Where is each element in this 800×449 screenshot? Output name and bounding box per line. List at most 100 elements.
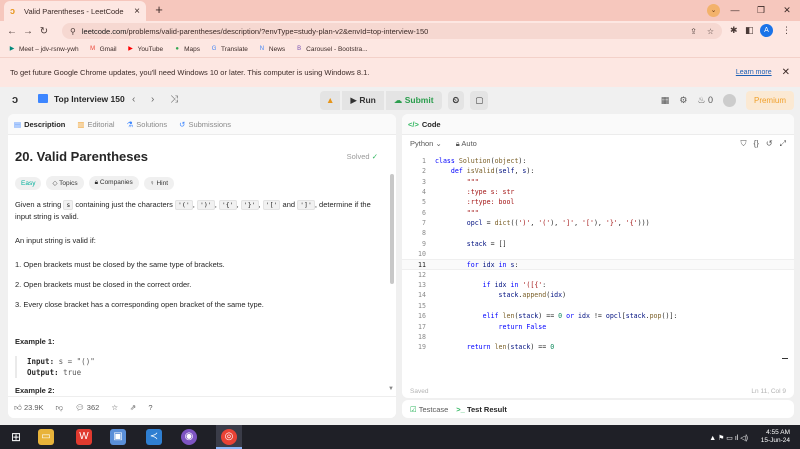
reset-icon[interactable]: ↺ (766, 139, 773, 148)
comment-icon: 💬︎ (75, 403, 85, 412)
code-line: 5 :rtype: bool (402, 197, 794, 207)
url-path: /problems/valid-parentheses/description/… (126, 26, 429, 36)
learn-more-link[interactable]: Learn more (736, 69, 772, 76)
problem-list-title: Top Interview 150 (54, 94, 125, 104)
code-line: 1 class Solution(object): (402, 156, 794, 166)
tab-submissions[interactable]: ↺ Submissions (179, 120, 231, 129)
like-button[interactable]: 👍︎ 23.9K (14, 403, 44, 413)
comments-button[interactable]: 💬︎ 362 (75, 403, 99, 412)
topics-tag[interactable]: ◇ Topics (46, 176, 84, 190)
run-button[interactable]: ▶ Run (342, 91, 384, 110)
run-label: Run (359, 95, 376, 105)
dislike-icon[interactable]: 👎︎ (56, 403, 64, 413)
line-number: 14 (418, 291, 426, 300)
tab-close-icon[interactable]: × (134, 6, 140, 17)
tab-editorial[interactable]: ▥ Editorial (77, 120, 114, 129)
code-panel-header: </> Code (402, 114, 794, 135)
debug-icon[interactable]: ▲ (320, 91, 341, 110)
streak-fire-icon[interactable]: ♨ 0 (697, 95, 713, 106)
notes-icon[interactable]: ▢ (470, 91, 489, 110)
windows-start-icon[interactable]: ⊞ (8, 429, 24, 445)
translate-icon: G (211, 45, 217, 52)
description-tabs: ▤ Description ▥ Editorial ⚗ Solutions ↺ Subm… (8, 114, 396, 135)
maps-icon: ● (175, 45, 179, 52)
submit-button[interactable]: ☁ Submit (385, 91, 442, 110)
menu-icon[interactable]: ⋮ (782, 25, 791, 36)
next-problem-icon[interactable]: › (151, 94, 154, 105)
address-bar[interactable]: ⚲ leetcode.com/problems/valid-parenthese… (62, 23, 722, 39)
profile-avatar[interactable]: A (760, 24, 773, 37)
bookmark-item[interactable]: B Carousel - Bootstra... (295, 46, 367, 53)
back-icon[interactable]: ← (4, 26, 20, 37)
share-icon[interactable]: ⇪ (690, 27, 697, 36)
bookmark-item[interactable]: M Gmail (89, 46, 116, 53)
topics-label: Topics (59, 180, 78, 187)
problem-list-link[interactable]: Top Interview 150 (38, 94, 125, 104)
new-tab-button[interactable]: + (152, 3, 166, 17)
taskbar-clock[interactable]: 4:55 AM 15-Jun-24 (761, 429, 790, 445)
description-footer: 👍︎ 23.9K 👎︎ 💬︎ 362 ☆ ⇗ ? (8, 396, 396, 418)
close-window-icon[interactable]: ✕ (774, 0, 800, 21)
browser-tab[interactable]: ↄ Valid Parentheses - LeetCode × (4, 1, 146, 21)
scroll-down-arrow-icon[interactable]: ▼ (388, 386, 394, 392)
bookmark-item[interactable]: ▶ Meet – jdv-rsnw-ywh (8, 46, 79, 53)
layout-grid-icon[interactable]: ▦ (661, 95, 670, 106)
code-editor[interactable]: 1 class Solution(object): 2 def isValid(s… (402, 156, 794, 378)
share-link-icon[interactable]: ⇗ (130, 403, 136, 412)
expand-icon[interactable]: ⤢ (780, 139, 786, 149)
tab-testcase[interactable]: ☑ Testcase (410, 405, 448, 414)
extensions-icon[interactable]: ✱ (730, 25, 738, 36)
tab-description[interactable]: ▤ Description (14, 120, 65, 129)
file-explorer-icon[interactable]: ▭ (38, 429, 54, 445)
forward-icon[interactable]: → (20, 26, 36, 37)
tab-test-result[interactable]: >_ Test Result (456, 405, 507, 414)
timer-icon[interactable]: ⏲ (447, 91, 465, 110)
favorite-star-icon[interactable]: ☆ (111, 403, 118, 412)
site-info-icon[interactable]: ⚲ (70, 27, 76, 36)
format-braces-icon[interactable]: {} (754, 139, 759, 148)
user-avatar[interactable] (722, 94, 736, 107)
reload-icon[interactable]: ↻ (36, 26, 52, 37)
code-icon: </> (408, 119, 419, 129)
tab-testcase-label: Testcase (418, 404, 449, 414)
side-panel-icon[interactable]: ◧ (745, 25, 754, 36)
infobar-close-icon[interactable]: ✕ (782, 67, 790, 78)
tab-solutions[interactable]: ⚗ Solutions (127, 120, 168, 129)
bookmark-item[interactable]: ▶ YouTube (127, 46, 163, 53)
restore-icon[interactable]: ❐ (748, 0, 774, 21)
vscode-icon[interactable]: ≺ (146, 429, 162, 445)
editor-tools: ⛉ {} ↺ ⤢ (734, 139, 786, 149)
tab-search-icon[interactable]: ⌄ (707, 4, 720, 17)
auto-mode-toggle[interactable]: 🔒︎ Auto (456, 139, 477, 149)
bookmark-star-icon[interactable]: ☆ (707, 27, 714, 36)
language-select[interactable]: Python ⌄ (410, 139, 442, 148)
bookmark-item[interactable]: ● Maps (173, 46, 200, 53)
control-panel-icon[interactable]: ▣ (110, 429, 126, 445)
code-line: 17 return False (402, 322, 794, 332)
code-panel: </> Code Python ⌄ 🔒︎ Auto ⛉ {} ↺ ⤢ 1 class… (402, 114, 794, 398)
settings-gear-icon[interactable]: ⚙ (679, 95, 687, 106)
minimize-icon[interactable]: — (722, 0, 748, 21)
wps-office-icon[interactable]: W (76, 429, 92, 445)
problem-statement: Given a string s containing just the cha… (15, 200, 371, 221)
premium-button[interactable]: Premium (745, 91, 794, 110)
leetcode-logo-icon[interactable]: ↄ (12, 94, 18, 106)
system-tray[interactable]: ▲ ⚑ ▭ ıl ◁) (709, 434, 748, 442)
bookmark-item[interactable]: N News (258, 46, 285, 53)
companies-tag[interactable]: 🔒︎ Companies (88, 176, 139, 190)
difficulty-tag[interactable]: Easy (15, 176, 42, 190)
github-desktop-icon[interactable]: ◉ (181, 429, 197, 445)
bookmark-item[interactable]: G Translate (210, 46, 248, 53)
tab-title: Valid Parentheses - LeetCode (24, 6, 124, 16)
windows-taskbar: ⊞ ▭ W ▣ ≺ ◉ ◎ ▲ ⚑ ▭ ıl ◁) 4:55 AM 15-Jun… (0, 425, 800, 449)
chrome-icon[interactable]: ◎ (221, 429, 237, 445)
prev-problem-icon[interactable]: ‹ (132, 94, 135, 105)
code-line: 3 """ (402, 177, 794, 187)
lightbulb-icon: ♀ (149, 179, 155, 187)
tab-code[interactable]: </> Code (408, 120, 441, 129)
help-icon[interactable]: ? (148, 403, 152, 412)
bookmark-icon[interactable]: ⛉ (741, 139, 747, 149)
description-scrollbar[interactable] (390, 174, 394, 284)
shuffle-icon[interactable]: ⤨ (170, 94, 178, 105)
hint-tag[interactable]: ♀ Hint (143, 176, 175, 190)
